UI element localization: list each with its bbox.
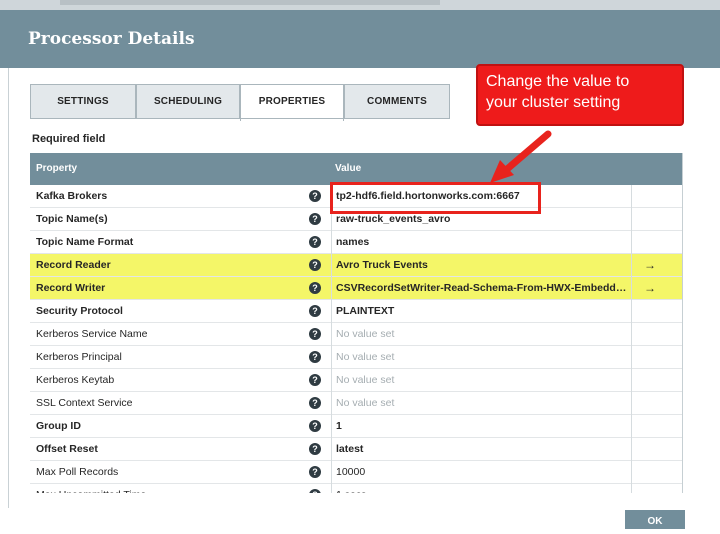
help-icon[interactable]: ? (309, 236, 321, 248)
action-cell (631, 185, 682, 208)
property-name: Kafka Brokers (36, 190, 108, 202)
table-header: Property Value (30, 153, 682, 185)
goto-arrow-icon[interactable]: → (644, 281, 656, 295)
goto-arrow-icon[interactable]: → (644, 258, 656, 272)
dialog-border (8, 68, 9, 508)
property-value[interactable]: PLAINTEXT (331, 300, 631, 323)
action-cell (631, 392, 682, 415)
property-name: Offset Reset (36, 443, 98, 455)
action-cell (631, 415, 682, 438)
background-tab (60, 0, 440, 5)
help-icon[interactable]: ? (309, 374, 321, 386)
property-name: Group ID (36, 420, 81, 432)
property-value[interactable]: No value set (331, 323, 631, 346)
action-cell: → (631, 277, 682, 300)
action-cell (631, 231, 682, 254)
tab-comments[interactable]: COMMENTS (344, 84, 450, 118)
annotation-line-2: your cluster setting (486, 94, 621, 111)
help-icon[interactable]: ? (309, 305, 321, 317)
tab-settings[interactable]: SETTINGS (30, 84, 136, 118)
column-header-value: Value (335, 163, 362, 174)
help-icon[interactable]: ? (309, 213, 321, 225)
table-row[interactable]: Record Writer? CSVRecordSetWriter-Read-Sc… (30, 277, 682, 300)
table-row[interactable]: Max Uncommitted Time? 1 secs (30, 484, 682, 493)
action-cell (631, 323, 682, 346)
annotation-line-1: Change the value to (486, 73, 630, 90)
property-name: Kerberos Keytab (36, 374, 115, 386)
background-window-strip (0, 0, 720, 10)
property-name: Security Protocol (36, 305, 123, 317)
ok-button[interactable]: OK (625, 510, 685, 529)
action-cell (631, 438, 682, 461)
table-row[interactable]: Topic Name Format? names (30, 231, 682, 254)
table-row[interactable]: SSL Context Service? No value set (30, 392, 682, 415)
tab-underline (30, 118, 450, 119)
table-row[interactable]: Record Reader? Avro Truck Events → (30, 254, 682, 277)
property-name: Record Writer (36, 282, 106, 294)
action-cell (631, 484, 682, 493)
help-icon[interactable]: ? (309, 466, 321, 478)
property-value[interactable]: No value set (331, 346, 631, 369)
action-cell (631, 346, 682, 369)
property-name: Topic Name(s) (36, 213, 108, 225)
property-value[interactable]: 1 (331, 415, 631, 438)
property-name: Kerberos Service Name (36, 328, 148, 340)
help-icon[interactable]: ? (309, 328, 321, 340)
help-icon[interactable]: ? (309, 259, 321, 271)
tab-properties[interactable]: PROPERTIES (240, 84, 344, 121)
table-row[interactable]: Max Poll Records? 10000 (30, 461, 682, 484)
required-field-label: Required field (32, 133, 106, 145)
table-row[interactable]: Security Protocol? PLAINTEXT (30, 300, 682, 323)
action-cell: → (631, 254, 682, 277)
property-value[interactable]: 1 secs (331, 484, 631, 493)
property-value[interactable]: No value set (331, 392, 631, 415)
column-header-property: Property (36, 163, 78, 174)
property-name: Kerberos Principal (36, 351, 122, 363)
property-name: Topic Name Format (36, 236, 134, 248)
help-icon[interactable]: ? (309, 190, 321, 202)
property-value[interactable]: No value set (331, 369, 631, 392)
property-name: SSL Context Service (36, 397, 133, 409)
property-value[interactable]: latest (331, 438, 631, 461)
table-row[interactable]: Group ID? 1 (30, 415, 682, 438)
annotation-callout: Change the value to your cluster setting (476, 64, 684, 126)
help-icon[interactable]: ? (309, 443, 321, 455)
property-value[interactable]: Avro Truck Events (331, 254, 631, 277)
table-row[interactable]: Kerberos Principal? No value set (30, 346, 682, 369)
table-row[interactable]: Offset Reset? latest (30, 438, 682, 461)
property-name: Record Reader (36, 259, 111, 271)
help-icon[interactable]: ? (309, 397, 321, 409)
property-name: Max Poll Records (36, 466, 119, 478)
help-icon[interactable]: ? (309, 282, 321, 294)
help-icon[interactable]: ? (309, 420, 321, 432)
action-cell (631, 208, 682, 231)
help-icon[interactable]: ? (309, 489, 321, 493)
action-cell (631, 461, 682, 484)
tab-scheduling[interactable]: SCHEDULING (136, 84, 240, 118)
table-row[interactable]: Kerberos Service Name? No value set (30, 323, 682, 346)
property-name: Max Uncommitted Time (36, 489, 146, 493)
action-cell (631, 300, 682, 323)
kafka-brokers-highlight-box (330, 182, 541, 214)
property-value[interactable]: names (331, 231, 631, 254)
help-icon[interactable]: ? (309, 351, 321, 363)
dialog-title: Processor Details (0, 10, 720, 68)
property-value[interactable]: CSVRecordSetWriter-Read-Schema-From-HWX-… (331, 277, 631, 300)
table-row[interactable]: Kerberos Keytab? No value set (30, 369, 682, 392)
action-cell (631, 369, 682, 392)
property-value[interactable]: 10000 (331, 461, 631, 484)
